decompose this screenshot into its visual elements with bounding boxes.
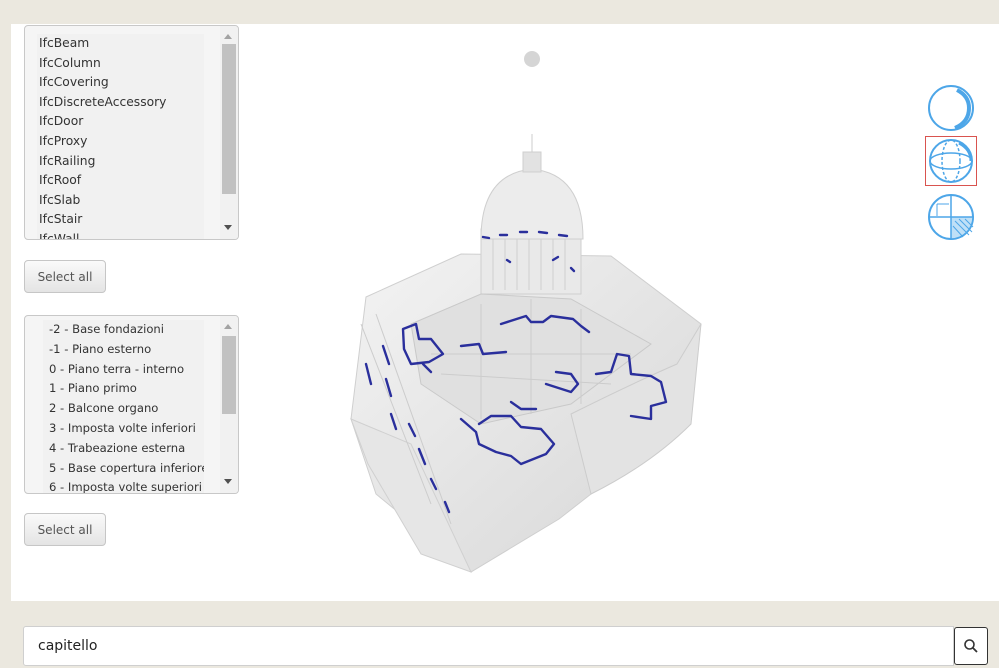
search-input[interactable]: capitello — [23, 626, 954, 666]
sphere-view-icon[interactable] — [925, 84, 977, 132]
ifc-type-scrollbar[interactable] — [220, 26, 238, 239]
level-list[interactable]: -2 - Base fondazioni -1 - Piano esterno 0 … — [24, 315, 239, 494]
list-item[interactable]: 0 - Piano terra - interno — [43, 360, 204, 380]
list-item[interactable]: IfcSlab — [37, 191, 204, 211]
select-all-levels-button[interactable]: Select all — [24, 513, 106, 546]
list-item[interactable]: 2 - Balcone organo — [43, 399, 204, 419]
list-item[interactable]: IfcCovering — [37, 73, 204, 93]
scroll-up-icon[interactable] — [224, 34, 232, 39]
scroll-down-icon[interactable] — [224, 225, 232, 230]
select-all-types-button[interactable]: Select all — [24, 260, 106, 293]
scroll-down-icon[interactable] — [224, 479, 232, 484]
list-item[interactable]: 1 - Piano primo — [43, 379, 204, 399]
ifc-type-list[interactable]: IfcBeam IfcColumn IfcCovering IfcDiscreteAc… — [24, 25, 239, 240]
level-scrollbar[interactable] — [220, 316, 238, 493]
list-item[interactable]: IfcWall — [37, 230, 204, 239]
scroll-thumb[interactable] — [222, 44, 236, 194]
list-item[interactable]: IfcProxy — [37, 132, 204, 152]
list-item[interactable]: IfcRoof — [37, 171, 204, 191]
list-item[interactable]: 3 - Imposta volte inferiori — [43, 419, 204, 439]
list-item[interactable]: -2 - Base fondazioni — [43, 320, 204, 340]
list-item[interactable]: 4 - Trabeazione esterna — [43, 439, 204, 459]
list-item[interactable]: IfcStair — [37, 210, 204, 230]
search-icon — [964, 639, 978, 653]
section-view-icon[interactable] — [925, 192, 977, 242]
list-item[interactable]: IfcDiscreteAccessory — [37, 93, 204, 113]
orbit-view-icon[interactable] — [925, 136, 977, 186]
list-item[interactable]: IfcRailing — [37, 152, 204, 172]
list-item[interactable]: 5 - Base copertura inferiore — [43, 459, 204, 479]
level-items: -2 - Base fondazioni -1 - Piano esterno 0 … — [43, 320, 204, 493]
scroll-up-icon[interactable] — [224, 324, 232, 329]
list-item[interactable]: IfcDoor — [37, 112, 204, 132]
scroll-thumb[interactable] — [222, 336, 236, 414]
list-item[interactable]: IfcBeam — [37, 34, 204, 54]
ifc-type-items: IfcBeam IfcColumn IfcCovering IfcDiscreteAc… — [37, 34, 204, 239]
list-item[interactable]: IfcColumn — [37, 54, 204, 74]
search-button[interactable] — [954, 627, 988, 665]
list-item[interactable]: 6 - Imposta volte superiori — [43, 478, 204, 493]
list-item[interactable]: -1 - Piano esterno — [43, 340, 204, 360]
